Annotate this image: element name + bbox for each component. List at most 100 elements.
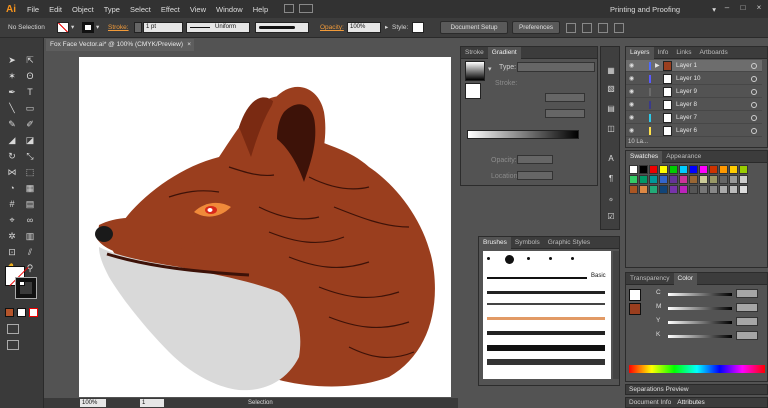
- column-graph-icon[interactable]: ▥: [23, 230, 37, 243]
- menu-object[interactable]: Object: [67, 5, 99, 14]
- drawing-mode-icon[interactable]: [7, 324, 19, 334]
- artboard-field[interactable]: 1: [140, 399, 164, 407]
- document-tab[interactable]: Fox Face Vector.ai* @ 100% (CMYK/Preview…: [46, 39, 194, 51]
- layer-name[interactable]: Layer 10: [676, 75, 701, 82]
- swatch[interactable]: [709, 185, 718, 194]
- swatch[interactable]: [699, 175, 708, 184]
- swatch[interactable]: [669, 185, 678, 194]
- opentype-icon[interactable]: ℴ: [605, 193, 617, 205]
- swatch[interactable]: [729, 175, 738, 184]
- eye-icon[interactable]: ◉: [629, 63, 636, 69]
- lasso-icon[interactable]: ʘ: [23, 70, 37, 83]
- chevron-right-icon[interactable]: ▸: [385, 23, 388, 31]
- layer-name[interactable]: Layer 9: [676, 88, 697, 95]
- menu-window[interactable]: Window: [211, 5, 248, 14]
- blend-tool-icon[interactable]: ∞: [23, 214, 37, 227]
- brush-arrow[interactable]: [487, 317, 605, 320]
- cyan-value[interactable]: [736, 289, 758, 298]
- color-mode-icon[interactable]: [5, 308, 14, 317]
- target-icon[interactable]: [751, 63, 757, 69]
- screen-mode-icon[interactable]: [7, 340, 19, 350]
- brush-dot-small[interactable]: [527, 257, 530, 260]
- scale-tool-icon[interactable]: ⤡: [23, 150, 37, 163]
- eye-icon[interactable]: ◉: [629, 115, 636, 121]
- align-icon[interactable]: [582, 23, 592, 33]
- magenta-track[interactable]: [668, 307, 732, 310]
- eye-icon[interactable]: ◉: [629, 128, 636, 134]
- swatch[interactable]: [669, 165, 678, 174]
- type-tool-icon[interactable]: T: [23, 86, 37, 99]
- pen-tool-icon[interactable]: ✒: [5, 86, 19, 99]
- tab-swatches[interactable]: Swatches: [626, 150, 663, 163]
- yellow-track[interactable]: [668, 321, 732, 324]
- arrange-documents-icon[interactable]: [299, 4, 313, 13]
- paintbrush-icon[interactable]: ✎: [5, 118, 19, 131]
- brush-dot-small[interactable]: [571, 257, 574, 260]
- disclosure-triangle-icon[interactable]: ▶: [655, 62, 660, 69]
- navigator-icon[interactable]: ▧: [605, 83, 617, 95]
- artboard-tool-icon[interactable]: ⊡: [5, 246, 19, 259]
- swatch[interactable]: [629, 185, 638, 194]
- fill-swatch[interactable]: [57, 22, 69, 33]
- layer-row[interactable]: ◉ Layer 10: [626, 73, 762, 85]
- chevron-down-icon[interactable]: ▾: [96, 23, 99, 31]
- layer-name[interactable]: Layer 8: [676, 101, 697, 108]
- brush-charcoal[interactable]: [487, 291, 605, 294]
- gradient-mode-icon[interactable]: [17, 308, 26, 317]
- character-icon[interactable]: A: [605, 153, 617, 165]
- selection-tool-icon[interactable]: ➤: [5, 54, 19, 67]
- magic-wand-icon[interactable]: ✶: [5, 70, 19, 83]
- swatch[interactable]: [689, 165, 698, 174]
- stroke-stepper[interactable]: [134, 22, 142, 33]
- gradient-type-select[interactable]: [517, 62, 595, 72]
- tab-stroke[interactable]: Stroke: [461, 47, 488, 59]
- swatch[interactable]: [719, 185, 728, 194]
- eye-icon[interactable]: ◉: [629, 89, 636, 95]
- layer-row[interactable]: ◉ Layer 8: [626, 99, 762, 111]
- opacity-field[interactable]: [517, 155, 553, 164]
- blob-brush-icon[interactable]: ◢: [5, 134, 19, 147]
- tab-attributes[interactable]: Attributes: [677, 398, 704, 407]
- brush-basic[interactable]: [487, 277, 587, 279]
- opacity-label[interactable]: Opacity:: [320, 24, 344, 31]
- tab-graphic-styles[interactable]: Graphic Styles: [544, 237, 594, 249]
- arrange-icon[interactable]: [566, 23, 576, 33]
- swatch[interactable]: [689, 185, 698, 194]
- line-tool-icon[interactable]: ╲: [5, 102, 19, 115]
- tab-appearance[interactable]: Appearance: [662, 151, 705, 163]
- paragraph-icon[interactable]: ¶: [605, 173, 617, 185]
- black-track[interactable]: [668, 335, 732, 338]
- swatch[interactable]: [659, 175, 668, 184]
- close-icon[interactable]: ×: [754, 3, 764, 13]
- target-icon[interactable]: [751, 115, 757, 121]
- menu-view[interactable]: View: [185, 5, 211, 14]
- swatch[interactable]: [629, 165, 638, 174]
- swatch[interactable]: [719, 175, 728, 184]
- brushes-scrollbar[interactable]: [613, 251, 619, 379]
- none-mode-icon[interactable]: [29, 308, 38, 317]
- distribute-icon[interactable]: [614, 23, 624, 33]
- tab-links[interactable]: Links: [672, 47, 695, 59]
- layer-row[interactable]: ◉ Layer 6: [626, 125, 762, 137]
- brush-dot-large[interactable]: [505, 255, 514, 264]
- perspective-grid-icon[interactable]: ▦: [23, 182, 37, 195]
- brush-bristle[interactable]: [487, 359, 605, 365]
- tab-document-info[interactable]: Document Info: [629, 398, 671, 407]
- brush-list[interactable]: Basic: [483, 251, 611, 379]
- tab-info[interactable]: Info: [654, 47, 673, 59]
- stroke-label[interactable]: Stroke:: [108, 24, 129, 31]
- menu-type[interactable]: Type: [99, 5, 125, 14]
- chevron-down-icon[interactable]: ▾: [71, 23, 74, 31]
- swatch[interactable]: [649, 165, 658, 174]
- swatch[interactable]: [679, 175, 688, 184]
- swatch[interactable]: [699, 165, 708, 174]
- swatch[interactable]: [739, 175, 748, 184]
- swatch-grid[interactable]: [629, 165, 759, 221]
- layer-row[interactable]: ◉ Layer 7: [626, 112, 762, 124]
- transform-icon[interactable]: [598, 23, 608, 33]
- menu-file[interactable]: File: [22, 5, 44, 14]
- variable-width-profile[interactable]: Uniform: [186, 22, 250, 33]
- menu-help[interactable]: Help: [248, 5, 273, 14]
- swatch[interactable]: [679, 165, 688, 174]
- target-icon[interactable]: [751, 76, 757, 82]
